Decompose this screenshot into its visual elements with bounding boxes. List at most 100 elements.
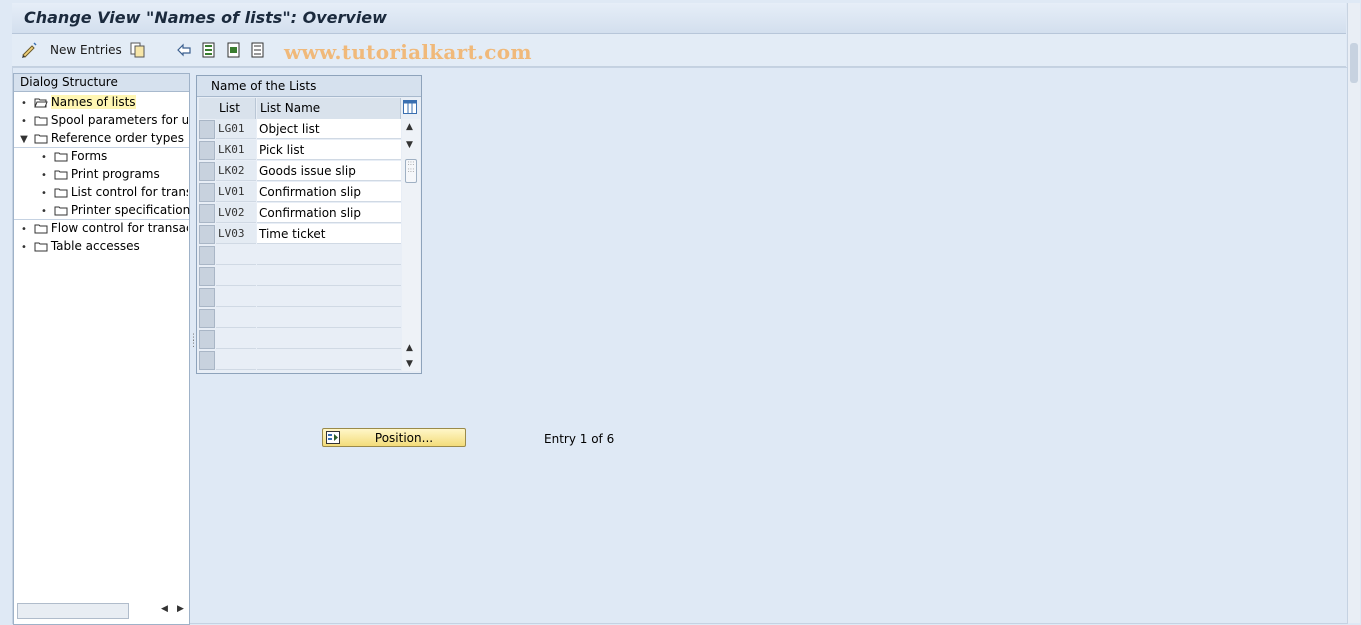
new-entries-button[interactable]: New Entries bbox=[50, 43, 122, 57]
folder-icon bbox=[34, 116, 48, 126]
tree-item-label: Forms bbox=[70, 149, 108, 163]
main-content: Dialog Structure • Names of lists • Spoo… bbox=[12, 67, 1348, 625]
row-selector[interactable] bbox=[199, 141, 215, 160]
cell-list-name[interactable] bbox=[257, 308, 401, 328]
page-down-icon[interactable]: ▼ bbox=[406, 359, 413, 369]
cell-list: LK02 bbox=[216, 161, 256, 181]
title-bar: Change View "Names of lists": Overview bbox=[12, 3, 1346, 34]
table-vertical-scrollbar[interactable]: ▲ ▼ :::::: ▲ ▼ bbox=[402, 119, 420, 371]
bullet-icon: • bbox=[21, 224, 27, 235]
cell-list: LK01 bbox=[216, 140, 256, 160]
bullet-icon: • bbox=[21, 242, 27, 253]
tree-item-reference-order-types[interactable]: ▼ Reference order types bbox=[18, 129, 184, 147]
scroll-right-icon[interactable]: ▶ bbox=[177, 604, 184, 614]
table-settings-icon[interactable] bbox=[403, 100, 417, 114]
scroll-down-icon[interactable]: ▼ bbox=[406, 140, 413, 150]
folder-icon bbox=[54, 152, 68, 162]
tree-item-table-accesses[interactable]: • Table accesses bbox=[18, 237, 140, 255]
cell-list-name[interactable] bbox=[257, 329, 401, 349]
tree-item-spool-parameters[interactable]: • Spool parameters for use bbox=[18, 111, 188, 129]
dialog-horizontal-scrollbar[interactable]: ◀ ▶ bbox=[17, 603, 185, 619]
application-toolbar: New Entries www.tutorialkart.com bbox=[12, 34, 1346, 67]
tree-item-label: Names of lists bbox=[50, 95, 136, 109]
position-button[interactable]: Position... bbox=[322, 428, 466, 447]
cell-list-name[interactable] bbox=[257, 266, 401, 286]
folder-icon bbox=[54, 206, 68, 216]
cell-list[interactable] bbox=[216, 287, 256, 307]
bullet-icon: • bbox=[21, 98, 27, 109]
cell-list-name[interactable] bbox=[257, 245, 401, 265]
dialog-structure-panel: Dialog Structure • Names of lists • Spoo… bbox=[13, 73, 190, 625]
folder-icon bbox=[54, 188, 68, 198]
page-up-icon[interactable]: ▲ bbox=[406, 343, 413, 353]
tree-item-label: Printer specification bbox=[70, 203, 191, 217]
cell-list-name[interactable]: Time ticket bbox=[257, 224, 401, 244]
row-selector[interactable] bbox=[199, 204, 215, 223]
row-selector[interactable] bbox=[199, 309, 215, 328]
tree-item-names-of-lists[interactable]: • Names of lists bbox=[18, 93, 136, 111]
tree-item-list-control[interactable]: • List control for transa bbox=[38, 183, 188, 201]
folder-icon bbox=[34, 242, 48, 252]
panel-splitter[interactable]: ⋮ ⋮ bbox=[189, 334, 198, 355]
scroll-up-icon[interactable]: ▲ bbox=[406, 122, 413, 132]
cell-list[interactable] bbox=[216, 308, 256, 328]
scrollbar-thumb[interactable]: :::::: bbox=[405, 159, 417, 183]
row-selector[interactable] bbox=[199, 267, 215, 286]
cell-list-name[interactable] bbox=[257, 350, 401, 370]
row-selector[interactable] bbox=[199, 225, 215, 244]
copy-icon[interactable] bbox=[129, 41, 147, 59]
cell-list-name[interactable] bbox=[257, 287, 401, 307]
tree-item-label: Spool parameters for use bbox=[50, 113, 188, 127]
entry-counter: Entry 1 of 6 bbox=[544, 432, 615, 446]
dialog-structure-header: Dialog Structure bbox=[14, 74, 189, 92]
folder-icon bbox=[34, 224, 48, 234]
scrollbar-thumb[interactable] bbox=[17, 603, 129, 619]
undo-icon[interactable] bbox=[175, 41, 193, 59]
cell-list-name[interactable]: Pick list bbox=[257, 140, 401, 160]
cell-list: LV02 bbox=[216, 203, 256, 223]
window-vertical-scrollbar[interactable] bbox=[1347, 3, 1360, 623]
bullet-icon: • bbox=[41, 188, 47, 199]
cell-list-name[interactable]: Goods issue slip bbox=[257, 161, 401, 181]
row-selector[interactable] bbox=[199, 351, 215, 370]
select-all-icon[interactable] bbox=[200, 41, 218, 59]
row-selector[interactable] bbox=[199, 330, 215, 349]
cell-list: LV03 bbox=[216, 224, 256, 244]
bullet-icon: • bbox=[21, 116, 27, 127]
folder-icon bbox=[34, 134, 48, 144]
deselect-icon[interactable] bbox=[249, 41, 267, 59]
select-all-column-header[interactable] bbox=[199, 98, 217, 119]
scroll-left-icon[interactable]: ◀ bbox=[161, 604, 168, 614]
column-header-list[interactable]: List bbox=[216, 98, 256, 119]
select-block-icon[interactable] bbox=[225, 41, 243, 59]
tree-item-label: Table accesses bbox=[50, 239, 140, 253]
cell-list: LV01 bbox=[216, 182, 256, 202]
cell-list-name[interactable]: Object list bbox=[257, 119, 401, 139]
table-caption: Name of the Lists bbox=[197, 76, 421, 97]
open-folder-icon bbox=[34, 98, 48, 108]
tree-item-flow-control[interactable]: • Flow control for transact bbox=[18, 219, 188, 237]
cell-list[interactable] bbox=[216, 329, 256, 349]
cell-list[interactable] bbox=[216, 245, 256, 265]
column-header-list-name[interactable]: List Name bbox=[257, 98, 401, 119]
row-selector[interactable] bbox=[199, 120, 215, 139]
cell-list-name[interactable]: Confirmation slip bbox=[257, 182, 401, 202]
lists-table: Name of the Lists List List Name LG01 Obj… bbox=[196, 75, 422, 374]
cell-list-name[interactable]: Confirmation slip bbox=[257, 203, 401, 223]
tree-item-print-programs[interactable]: • Print programs bbox=[38, 165, 160, 183]
tree-item-label: Print programs bbox=[70, 167, 160, 181]
watermark: www.tutorialkart.com bbox=[284, 40, 532, 64]
tree-item-printer-specification[interactable]: • Printer specification bbox=[38, 201, 190, 219]
tree-item-forms[interactable]: • Forms bbox=[38, 147, 107, 165]
cell-list[interactable] bbox=[216, 266, 256, 286]
row-selector[interactable] bbox=[199, 162, 215, 181]
cell-list[interactable] bbox=[216, 350, 256, 370]
tree-item-label: Reference order types bbox=[50, 131, 184, 145]
cell-list: LG01 bbox=[216, 119, 256, 139]
row-selector[interactable] bbox=[199, 288, 215, 307]
row-selector[interactable] bbox=[199, 246, 215, 265]
row-selector[interactable] bbox=[199, 183, 215, 202]
expanded-triangle-icon[interactable]: ▼ bbox=[18, 131, 30, 147]
tree-item-label: Flow control for transact bbox=[50, 221, 188, 235]
edit-pencil-icon[interactable] bbox=[20, 41, 38, 59]
